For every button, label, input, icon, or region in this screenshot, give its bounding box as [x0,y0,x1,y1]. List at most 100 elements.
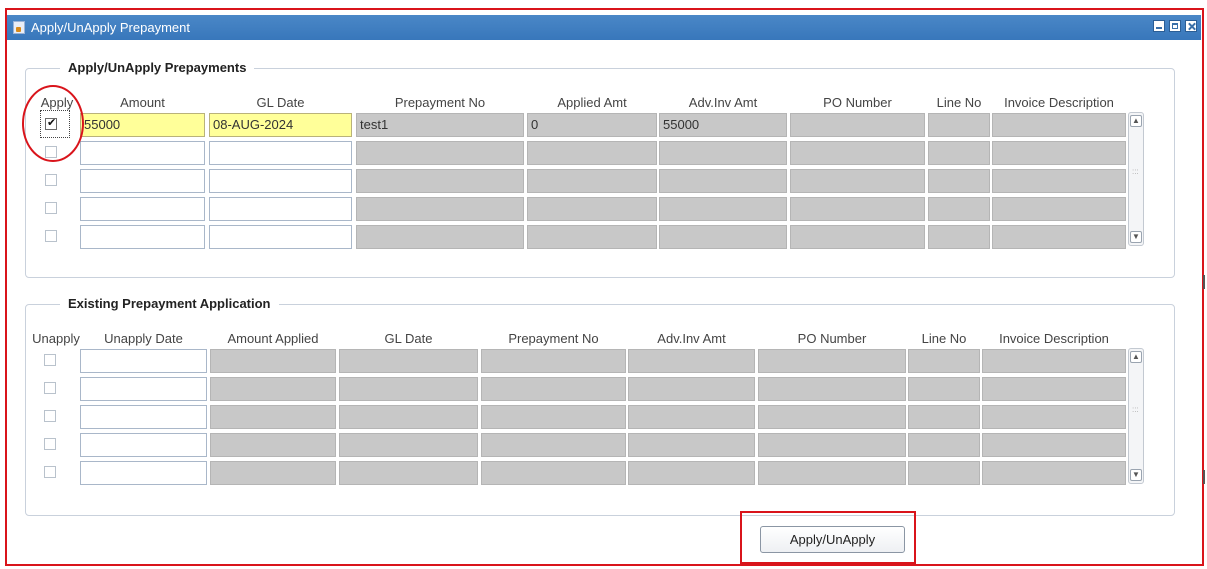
close-icon[interactable] [1185,20,1197,32]
apply-checkbox-highlight [22,85,84,162]
line-no-field[interactable] [908,461,980,485]
scroll-up-icon[interactable]: ▲ [1130,115,1142,127]
po-number-field[interactable] [790,225,925,249]
applied-amt-field[interactable] [527,169,657,193]
amount-applied-field[interactable] [210,461,336,485]
line-no-field[interactable] [928,141,990,165]
po-number-field[interactable] [790,197,925,221]
col-header-gl-date: GL Date [256,95,305,110]
invoice-description-field[interactable] [992,169,1126,193]
prepayment-no-field[interactable] [356,169,524,193]
invoice-description-field[interactable] [982,405,1126,429]
gl-date-field[interactable] [209,197,352,221]
prepayment-no-field[interactable] [481,377,626,401]
adv-inv-amt-field[interactable] [628,377,755,401]
prepayment-no-field[interactable] [481,349,626,373]
invoice-description-field[interactable] [992,141,1126,165]
minimize-icon[interactable] [1153,20,1165,32]
unapply-checkbox[interactable] [44,438,56,450]
unapply-date-field[interactable] [80,349,207,373]
prepayment-no-field[interactable] [356,225,524,249]
line-no-field[interactable] [908,433,980,457]
apply-checkbox[interactable] [45,230,57,242]
amount-field[interactable] [80,169,205,193]
po-number-field[interactable] [758,349,906,373]
po-number-field[interactable] [758,377,906,401]
po-number-field[interactable] [758,405,906,429]
scroll-up-icon[interactable]: ▲ [1130,351,1142,363]
unapply-checkbox[interactable] [44,410,56,422]
adv-inv-amt-field[interactable] [628,349,755,373]
line-no-field[interactable] [908,405,980,429]
unapply-checkbox[interactable] [44,382,56,394]
adv-inv-amt-field[interactable] [659,169,787,193]
prepayment-no-field[interactable] [356,197,524,221]
invoice-description-field[interactable] [992,225,1126,249]
unapply-date-field[interactable] [80,405,207,429]
line-no-field[interactable] [928,225,990,249]
adv-inv-amt-field[interactable] [659,197,787,221]
maximize-icon[interactable] [1169,20,1181,32]
po-number-field[interactable] [758,433,906,457]
po-number-field[interactable] [758,461,906,485]
adv-inv-amt-field[interactable] [628,405,755,429]
unapply-date-field[interactable] [80,433,207,457]
gl-date-field[interactable] [339,349,478,373]
prepayment-no-field[interactable] [481,433,626,457]
apply-rows-scrollbar[interactable]: ▲ ::: ▼ [1128,112,1144,246]
adv-inv-amt-field[interactable] [628,433,755,457]
gl-date-field[interactable] [339,461,478,485]
applied-amt-field[interactable] [527,141,657,165]
apply-prepayments-group-title: Apply/UnApply Prepayments [60,60,255,75]
unapply-checkbox[interactable] [44,354,56,366]
applied-amt-field[interactable] [527,225,657,249]
unapply-date-field[interactable] [80,461,207,485]
gl-date-field[interactable] [209,169,352,193]
prepayment-no-field[interactable] [481,461,626,485]
adv-inv-amt-field[interactable] [659,225,787,249]
gl-date-field[interactable]: 08-AUG-2024 [209,113,352,137]
apply-checkbox[interactable] [45,174,57,186]
prepayment-no-field[interactable] [481,405,626,429]
unapply-checkbox[interactable] [44,466,56,478]
gl-date-field[interactable] [339,433,478,457]
applied-amt-field[interactable] [527,197,657,221]
invoice-description-field[interactable] [982,377,1126,401]
amount-field[interactable] [80,141,205,165]
gl-date-field[interactable] [339,377,478,401]
line-no-field[interactable] [928,197,990,221]
adv-inv-amt-field[interactable] [628,461,755,485]
line-no-field[interactable] [928,169,990,193]
po-number-field[interactable] [790,141,925,165]
amount-applied-field[interactable] [210,433,336,457]
line-no-field[interactable] [908,349,980,373]
existing-rows-scrollbar[interactable]: ▲ ::: ▼ [1128,348,1144,484]
invoice-description-field[interactable] [992,113,1126,137]
amount-field[interactable] [80,225,205,249]
applied-amt-field[interactable]: 0 [527,113,657,137]
prepayment-no-field[interactable]: test1 [356,113,524,137]
amount-field[interactable] [80,197,205,221]
invoice-description-field[interactable] [982,461,1126,485]
line-no-field[interactable] [928,113,990,137]
invoice-description-field[interactable] [992,197,1126,221]
adv-inv-amt-field[interactable] [659,141,787,165]
amount-field[interactable]: 55000 [80,113,205,137]
amount-applied-field[interactable] [210,377,336,401]
po-number-field[interactable] [790,169,925,193]
gl-date-field[interactable] [209,225,352,249]
po-number-field[interactable] [790,113,925,137]
invoice-description-field[interactable] [982,349,1126,373]
prepayment-no-field[interactable] [356,141,524,165]
amount-applied-field[interactable] [210,405,336,429]
adv-inv-amt-field[interactable]: 55000 [659,113,787,137]
unapply-date-field[interactable] [80,377,207,401]
apply-checkbox[interactable] [45,202,57,214]
scroll-down-icon[interactable]: ▼ [1130,231,1142,243]
scroll-down-icon[interactable]: ▼ [1130,469,1142,481]
gl-date-field[interactable] [209,141,352,165]
gl-date-field[interactable] [339,405,478,429]
amount-applied-field[interactable] [210,349,336,373]
invoice-description-field[interactable] [982,433,1126,457]
line-no-field[interactable] [908,377,980,401]
